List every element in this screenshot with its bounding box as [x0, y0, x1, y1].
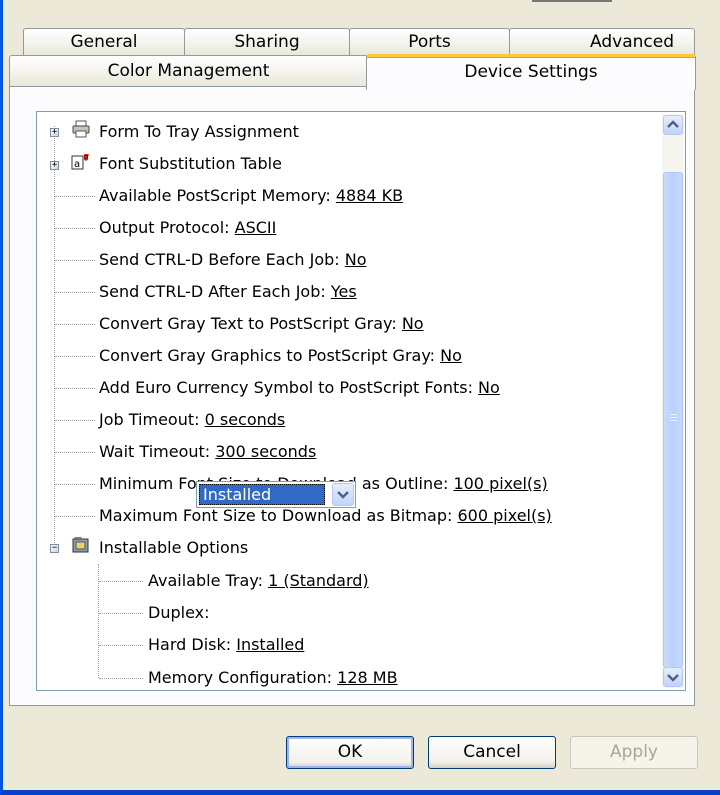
setting-value[interactable]: ASCII [235, 218, 277, 237]
scroll-down-button[interactable] [663, 667, 683, 687]
setting-value[interactable]: 100 pixel(s) [453, 474, 547, 493]
tree-item-memory-configuration[interactable]: Memory Configuration: 128 MB [148, 665, 398, 690]
setting-label: Convert Gray Text to PostScript Gray: [99, 314, 402, 333]
setting-label: Maximum Font Size to Download as Bitmap: [99, 506, 458, 525]
setting-value[interactable]: 600 pixel(s) [457, 506, 551, 525]
tree-line [54, 126, 55, 549]
tab-ports[interactable]: Ports [349, 28, 510, 56]
svg-text:a: a [74, 159, 80, 170]
setting-label: Available PostScript Memory: [99, 186, 336, 205]
tab-sharing[interactable]: Sharing [184, 28, 350, 56]
tree-setting-row[interactable]: Convert Gray Text to PostScript Gray: No [99, 311, 424, 337]
options-icon [72, 537, 89, 553]
setting-label: Wait Timeout: [99, 442, 216, 461]
setting-label: Output Protocol: [99, 218, 235, 237]
duplex-selected-value[interactable]: Installed [199, 484, 325, 505]
setting-value[interactable]: Yes [331, 282, 357, 301]
device-settings-tree[interactable]: + Form To Tray Assignment + a g Font Sub… [36, 111, 686, 691]
tree-item-available-tray[interactable]: Available Tray: 1 (Standard) [148, 568, 369, 594]
tree-line [55, 484, 95, 485]
setting-label: Send CTRL-D Before Each Job: [99, 250, 345, 269]
tree-item-hard-disk[interactable]: Hard Disk: Installed [148, 632, 304, 658]
duplex-select[interactable]: Installed [196, 481, 356, 508]
setting-value[interactable]: 300 seconds [215, 442, 316, 461]
tree-line [99, 581, 143, 582]
available-tray-value[interactable]: 1 (Standard) [268, 571, 369, 590]
setting-label: Convert Gray Graphics to PostScript Gray… [99, 346, 441, 365]
tree-line [55, 516, 95, 517]
tree-line [99, 678, 143, 679]
grip-icon [670, 414, 677, 421]
chevron-down-icon [667, 674, 679, 682]
tree-line [55, 420, 95, 421]
tree-setting-row[interactable]: Job Timeout: 0 seconds [99, 407, 285, 433]
tree-line [55, 196, 95, 197]
chevron-up-icon [667, 120, 679, 128]
scroll-up-button[interactable] [663, 115, 683, 135]
font-table-icon: a g [71, 153, 89, 170]
tree-line [55, 452, 95, 453]
setting-value[interactable]: No [440, 346, 462, 365]
tree-setting-row[interactable]: Output Protocol: ASCII [99, 215, 276, 241]
available-tray-label: Available Tray: [148, 571, 269, 590]
tree-line [55, 388, 95, 389]
tab-general[interactable]: General [23, 28, 185, 56]
setting-value[interactable]: 4884 KB [336, 186, 403, 205]
tree-line [99, 645, 143, 646]
tree-item-form-to-tray[interactable]: Form To Tray Assignment [99, 119, 299, 145]
tree-line [99, 613, 143, 614]
setting-label: Add Euro Currency Symbol to PostScript F… [99, 378, 479, 397]
setting-label: Send CTRL-D After Each Job: [99, 282, 331, 301]
chevron-down-icon [337, 491, 349, 499]
tree-line [55, 356, 95, 357]
expand-icon[interactable]: + [50, 161, 59, 170]
tab-color-management[interactable]: Color Management [9, 55, 368, 87]
svg-text:g: g [84, 153, 88, 161]
memory-label: Memory Configuration: [148, 668, 338, 687]
tree-setting-row[interactable]: Convert Gray Graphics to PostScript Gray… [99, 343, 462, 369]
printer-icon [72, 120, 90, 138]
setting-value[interactable]: No [478, 378, 500, 397]
tree-item-duplex-label: Duplex: [148, 603, 210, 622]
hard-disk-label: Hard Disk: [148, 635, 237, 654]
setting-value[interactable]: No [345, 250, 367, 269]
setting-value[interactable]: No [402, 314, 424, 333]
tree-line [55, 324, 95, 325]
tree-setting-row[interactable]: Send CTRL-D Before Each Job: No [99, 247, 367, 273]
dropdown-button[interactable] [332, 483, 354, 506]
collapse-icon[interactable]: − [50, 544, 59, 553]
scroll-thumb[interactable] [663, 172, 683, 668]
tree-line [55, 228, 95, 229]
tab-device-settings[interactable]: Device Settings [366, 54, 696, 90]
setting-label: Job Timeout: [99, 410, 205, 429]
tree-item-font-substitution[interactable]: Font Substitution Table [99, 151, 282, 177]
memory-value[interactable]: 128 MB [337, 668, 397, 687]
tree-line [55, 260, 95, 261]
apply-button[interactable]: Apply [570, 736, 698, 769]
vertical-scrollbar[interactable] [662, 114, 684, 688]
hard-disk-value[interactable]: Installed [236, 635, 304, 654]
window-title-remnant [532, 0, 612, 8]
tree-line [55, 292, 95, 293]
tree-setting-row[interactable]: Send CTRL-D After Each Job: Yes [99, 279, 357, 305]
tree-setting-row[interactable]: Available PostScript Memory: 4884 KB [99, 183, 403, 209]
ok-button[interactable]: OK [286, 736, 414, 769]
tree-setting-row[interactable]: Wait Timeout: 300 seconds [99, 439, 316, 465]
tab-advanced[interactable]: Advanced [509, 28, 695, 56]
cancel-button[interactable]: Cancel [428, 736, 556, 769]
tree-setting-row[interactable]: Add Euro Currency Symbol to PostScript F… [99, 375, 500, 401]
tree-item-installable-options[interactable]: Installable Options [99, 535, 248, 561]
setting-value[interactable]: 0 seconds [205, 410, 286, 429]
expand-icon[interactable]: + [50, 128, 59, 137]
